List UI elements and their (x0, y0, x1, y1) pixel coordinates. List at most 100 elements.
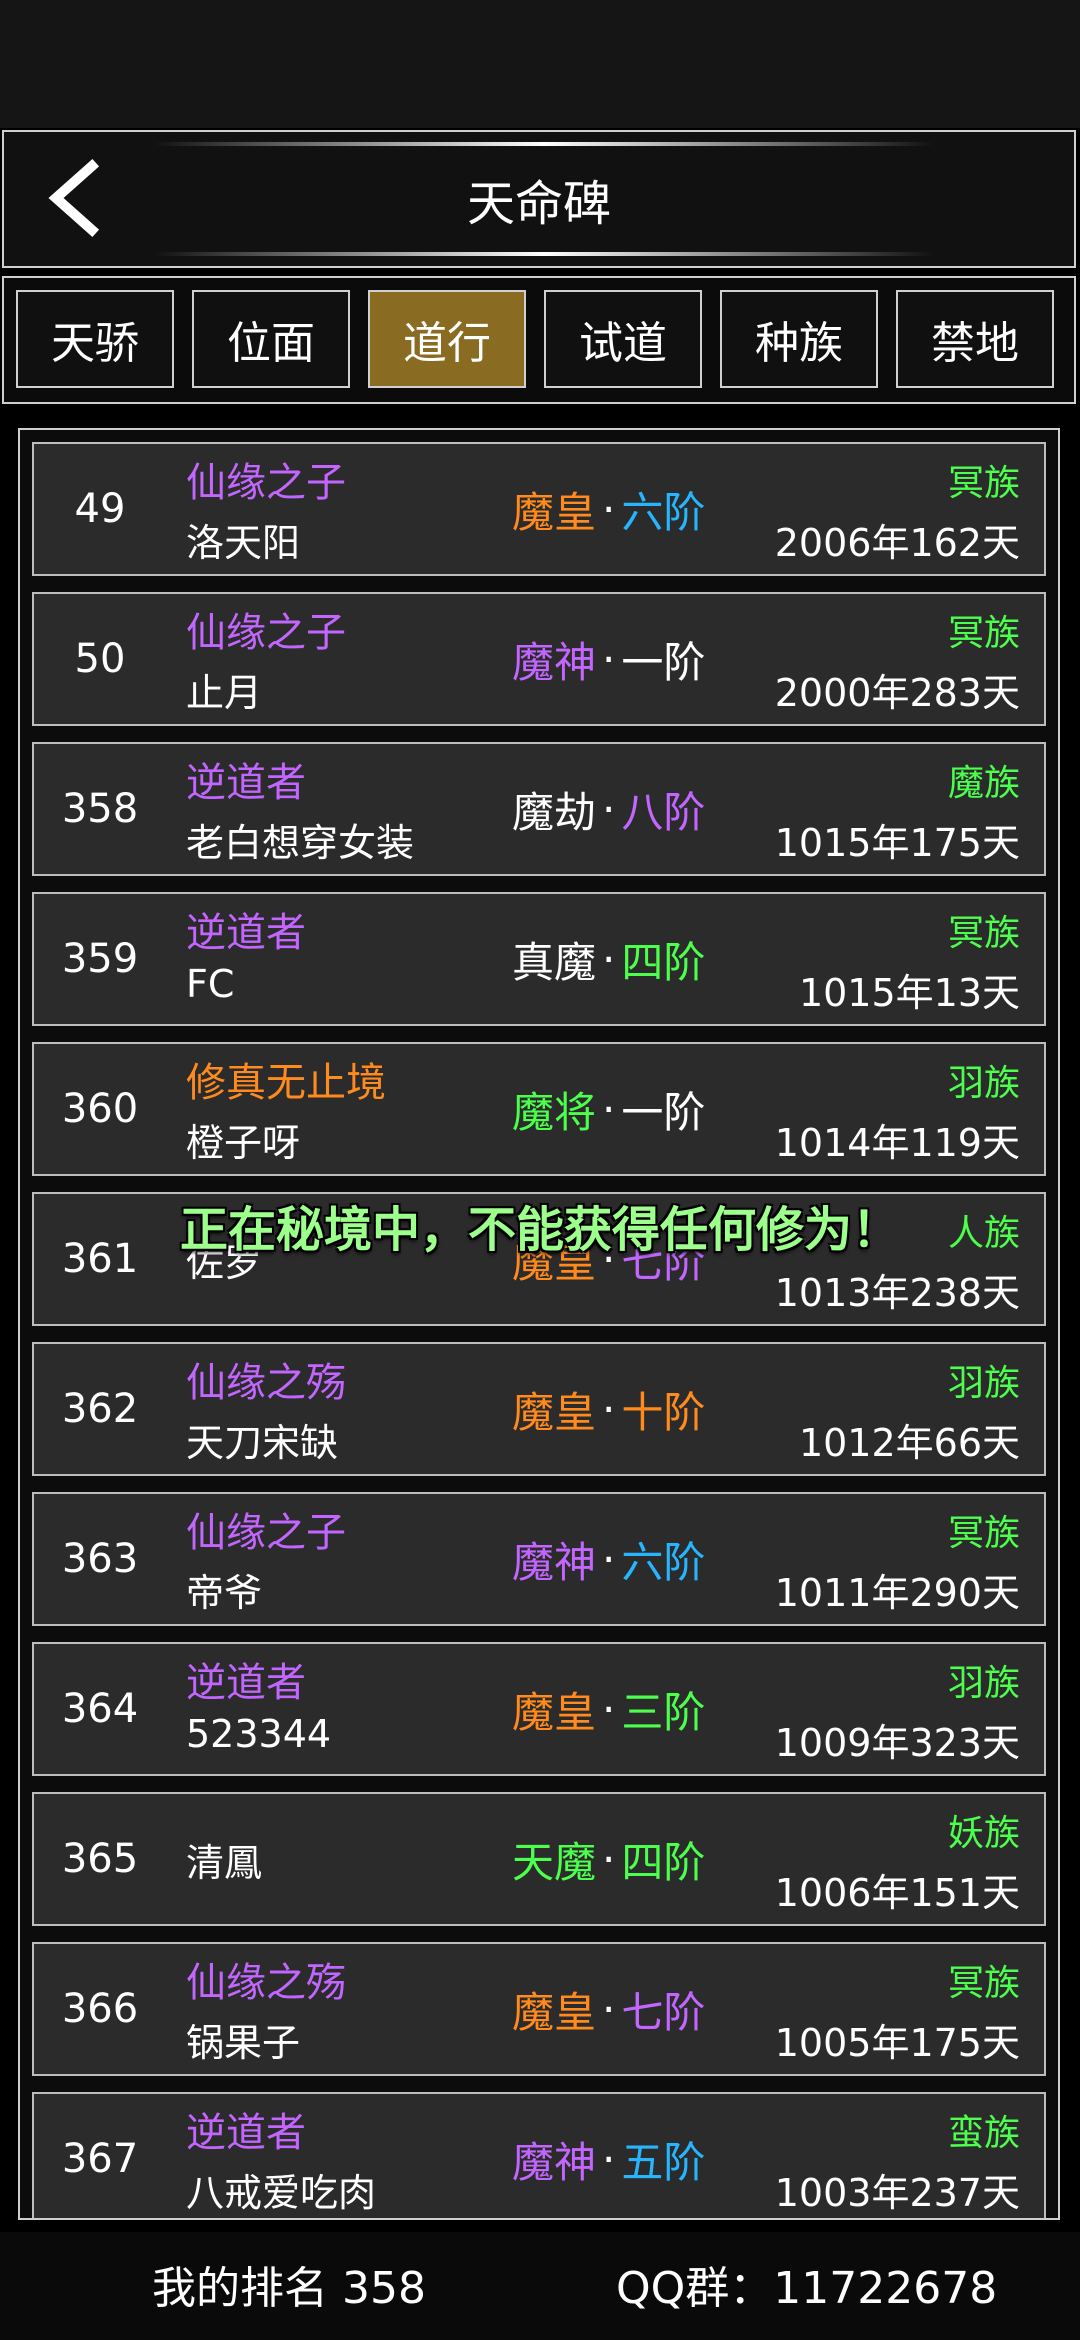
realm-stage: 六阶 (621, 487, 706, 537)
toast-message: 正在秘境中，不能获得任何修为！ (179, 1202, 900, 1258)
realm-level: 魔神 · 一阶 (512, 594, 705, 724)
race-label: 冥族 (947, 913, 1020, 954)
race-label: 冥族 (947, 1513, 1020, 1554)
tab-daoxing[interactable]: 道行 (368, 290, 526, 388)
tab-jindi[interactable]: 禁地 (896, 290, 1054, 388)
realm-separator: · (602, 634, 616, 684)
race-label: 冥族 (947, 613, 1020, 654)
player-title: 仙缘之殇 (186, 1360, 346, 1406)
cultivation-time: 1006年151天 (774, 1871, 1020, 1915)
cultivation-time: 1012年66天 (798, 1421, 1020, 1465)
realm-separator: · (602, 2134, 616, 2184)
qq-group-label: QQ群：11722678 (616, 2263, 998, 2314)
rank-number: 358 (61, 786, 139, 832)
race-label: 蛮族 (947, 2113, 1020, 2154)
realm-level: 魔劫 · 八阶 (512, 744, 705, 874)
realm-level: 魔皇 · 十阶 (512, 1344, 705, 1474)
player-title: 修真无止境 (186, 1060, 386, 1106)
tab-tianjiao[interactable]: 天骄 (16, 290, 174, 388)
ranking-row[interactable]: 358 逆道者 老白想穿女装 魔劫 · 八阶 魔族 1015年175天 (32, 742, 1046, 876)
player-name: 止月 (186, 671, 263, 715)
ranking-row[interactable]: 365 清鳳 天魔 · 四阶 妖族 1006年151天 (32, 1792, 1046, 1926)
realm-stage: 三阶 (621, 1687, 706, 1737)
rank-number: 364 (61, 1686, 139, 1732)
rank-number: 363 (61, 1536, 139, 1582)
ranking-row[interactable]: 49 仙缘之子 洛天阳 魔皇 · 六阶 冥族 2006年162天 (32, 442, 1046, 576)
tab-weimian[interactable]: 位面 (192, 290, 350, 388)
cultivation-time: 1014年119天 (774, 1121, 1020, 1165)
player-title: 逆道者 (186, 1660, 306, 1706)
realm-stage: 七阶 (621, 1987, 706, 2037)
ranking-row[interactable]: 50 仙缘之子止月 魔神 · 一阶 冥族 2000年283天 (32, 592, 1046, 726)
realm-separator: · (602, 1384, 616, 1434)
player-name: 八戒爱吃肉 (186, 2171, 377, 2215)
realm-stage: 五阶 (621, 2137, 706, 2187)
cultivation-time: 2000年283天 (774, 671, 1020, 715)
player-title: 仙缘之子 (186, 1510, 346, 1556)
cultivation-time: 1003年237天 (774, 2171, 1020, 2215)
cultivation-time: 1013年238天 (774, 1271, 1020, 1315)
realm-level: 魔皇 · 三阶 (512, 1644, 705, 1774)
ranking-row[interactable]: 363 仙缘之子帝爷 魔神 · 六阶 冥族 1011年290天 (32, 1492, 1046, 1626)
realm-name: 魔皇 (512, 487, 597, 537)
realm-separator: · (602, 1984, 616, 2034)
ranking-row[interactable]: 366 仙缘之殇 锅果子 魔皇 · 七阶 冥族 1005年175天 (32, 1942, 1046, 2076)
realm-level: 天魔 · 四阶 (512, 1794, 705, 1924)
player-name: 洛天阳 (186, 521, 301, 565)
rank-number: 366 (61, 1986, 139, 2032)
player-name: 清鳳 (186, 1840, 263, 1885)
tab-zhongzu[interactable]: 种族 (720, 290, 878, 388)
player-name: 锅果子 (186, 2021, 301, 2065)
realm-separator: · (602, 1084, 616, 1134)
realm-level: 魔皇 · 七阶 (512, 1944, 705, 2074)
cultivation-time: 1005年175天 (774, 2021, 1020, 2065)
player-name: 老白想穿女装 (186, 821, 415, 865)
rank-number: 49 (74, 486, 126, 532)
tab-shidao[interactable]: 试道 (544, 290, 702, 388)
realm-separator: · (602, 934, 616, 984)
cultivation-time: 1009年323天 (774, 1721, 1020, 1765)
realm-separator: · (602, 1534, 616, 1584)
race-label: 羽族 (947, 1363, 1020, 1404)
rank-number: 365 (61, 1836, 139, 1882)
realm-level: 魔将 · 一阶 (512, 1044, 705, 1174)
realm-name: 魔皇 (512, 1687, 597, 1737)
tab-bar: 天骄 位面 道行 试道 种族 禁地 (2, 276, 1076, 404)
player-title: 仙缘之子 (186, 610, 346, 656)
rank-number: 359 (61, 936, 139, 982)
race-label: 魔族 (947, 763, 1020, 804)
realm-level: 魔神 · 六阶 (512, 1494, 705, 1624)
rank-number: 50 (74, 636, 126, 682)
ranking-row[interactable]: 367 逆道者 八戒爱吃肉 魔神 · 五阶 蛮族 1003年237天 (32, 2092, 1046, 2218)
player-name: 天刀宋缺 (186, 1421, 339, 1465)
realm-stage: 八阶 (621, 787, 706, 837)
ranking-row[interactable]: 359 逆道者 FC 真魔 · 四阶 冥族 1015年13天 (32, 892, 1046, 1026)
realm-name: 魔劫 (512, 787, 597, 837)
realm-name: 魔皇 (512, 1387, 597, 1437)
rank-number: 362 (61, 1386, 139, 1432)
status-bar-area (0, 0, 1080, 128)
my-rank-label: 我的排名 358 (152, 2263, 426, 2314)
header-bar: 天命碑 (2, 130, 1076, 268)
player-name: 橙子呀 (186, 1121, 301, 1165)
race-label: 羽族 (947, 1063, 1020, 1104)
ranking-list[interactable]: 49 仙缘之子 洛天阳 魔皇 · 六阶 冥族 2006年162天 50 仙缘之子 止月 魔神 · 一阶 冥族… (18, 428, 1060, 2220)
realm-stage: 一阶 (621, 637, 706, 687)
ranking-row[interactable]: 360 修真无止境 橙子呀 魔将 · 一阶 羽族 1014年119天 (32, 1042, 1046, 1176)
realm-level: 魔皇 · 六阶 (512, 444, 705, 574)
cultivation-time: 1015年13天 (798, 971, 1020, 1015)
ranking-row[interactable]: 362 仙缘之殇天刀宋缺 魔皇 · 十阶 羽族 1012年66天 (32, 1342, 1046, 1476)
race-label: 妖族 (947, 1813, 1020, 1854)
race-label: 冥族 (947, 463, 1020, 504)
cultivation-time: 2006年162天 (774, 521, 1020, 565)
realm-stage: 四阶 (621, 1837, 706, 1887)
player-name: 帝爷 (186, 1571, 263, 1615)
header-glow-top (154, 142, 934, 146)
realm-separator: · (602, 784, 616, 834)
realm-separator: · (602, 1684, 616, 1734)
cultivation-time: 1011年290天 (774, 1571, 1020, 1615)
player-title: 仙缘之殇 (186, 1960, 346, 2006)
player-title: 逆道者 (186, 760, 306, 806)
ranking-row[interactable]: 364 逆道者 523344 魔皇 · 三阶 羽族 1009年323天 (32, 1642, 1046, 1776)
realm-name: 魔神 (512, 2137, 597, 2187)
